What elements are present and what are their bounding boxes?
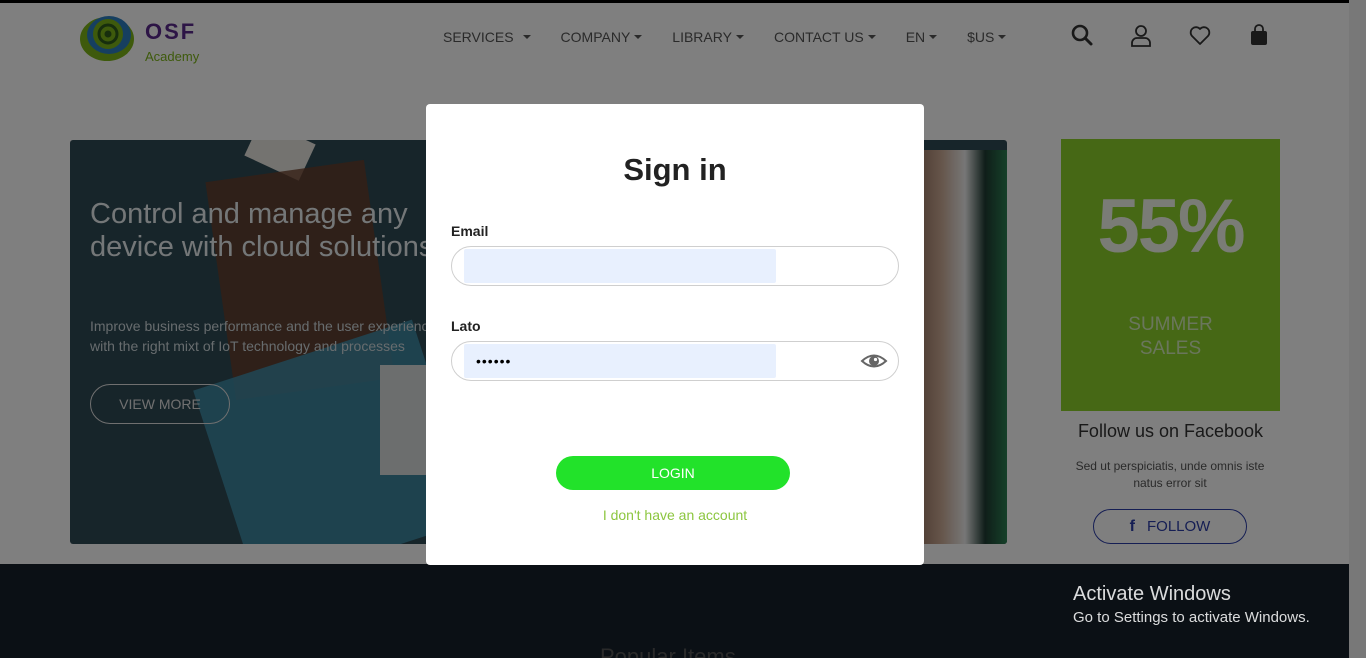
modal-title: Sign in (623, 152, 727, 187)
password-input[interactable]: •••••• (464, 344, 776, 378)
email-field[interactable] (451, 246, 899, 286)
watermark-title: Activate Windows (1073, 583, 1231, 605)
password-label: Lato (451, 318, 481, 334)
watermark-subtitle: Go to Settings to activate Windows. (1073, 609, 1310, 626)
no-account-link[interactable]: I don't have an account (426, 507, 924, 523)
password-field[interactable]: •••••• (451, 341, 899, 381)
email-input[interactable] (464, 249, 776, 283)
windows-watermark: Activate Windows Go to Settings to activ… (1073, 583, 1310, 626)
sign-in-modal: Sign in Email Lato •••••• LOGIN I don't … (426, 104, 924, 565)
eye-icon[interactable] (860, 350, 888, 372)
login-button[interactable]: LOGIN (556, 456, 790, 490)
email-label: Email (451, 223, 489, 239)
